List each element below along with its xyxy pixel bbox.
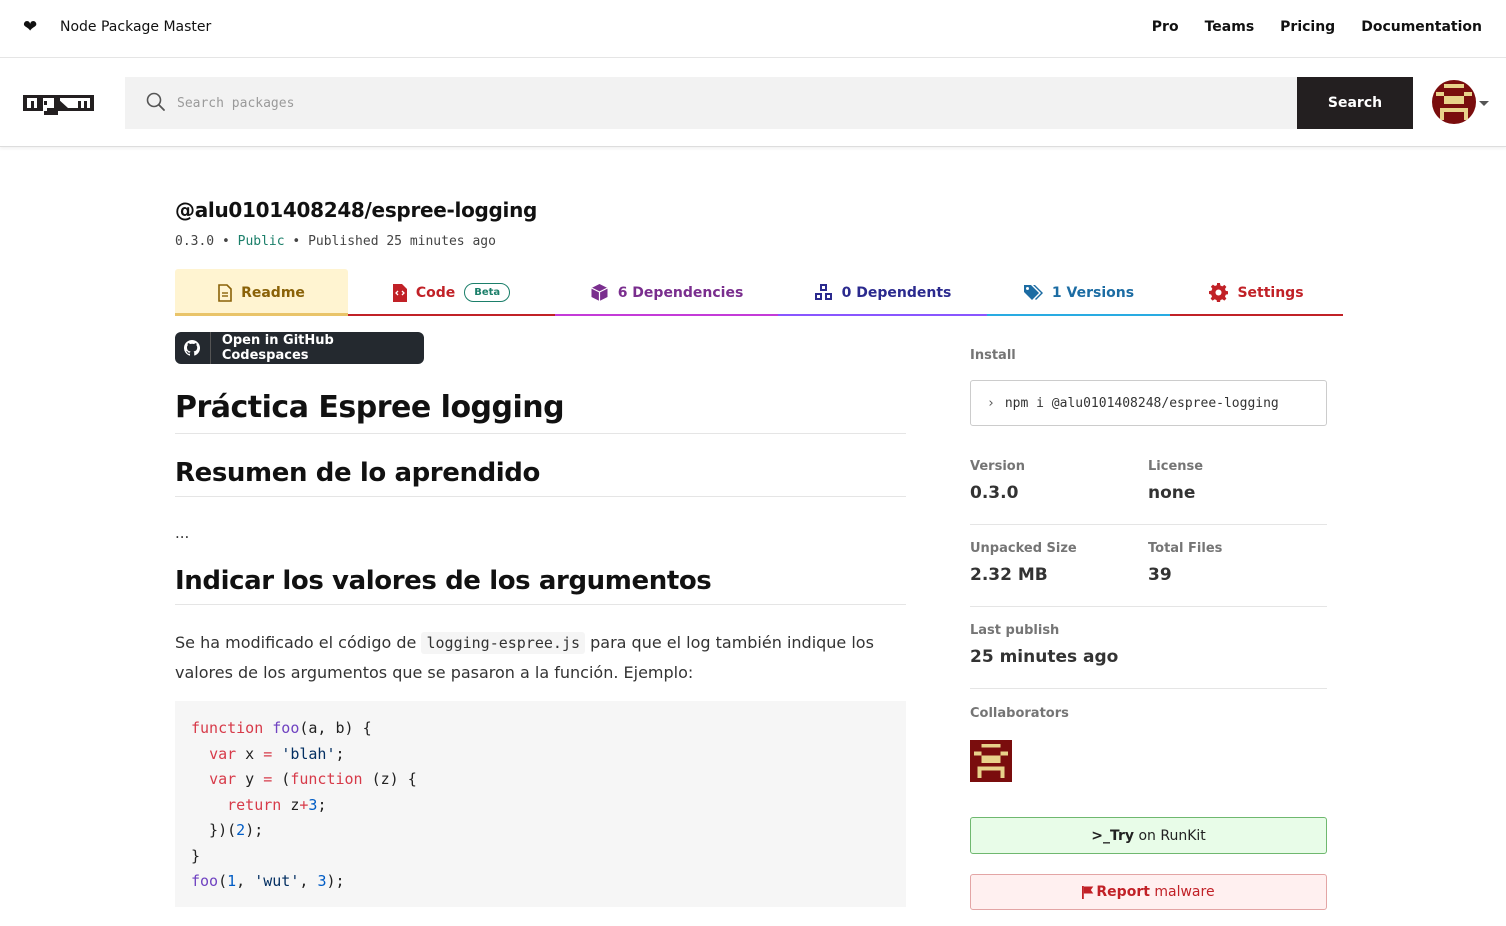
search-bar-row: Search — [0, 59, 1506, 147]
search-box — [125, 77, 1297, 129]
inline-code: logging-espree.js — [421, 632, 586, 654]
user-avatar[interactable] — [1432, 80, 1476, 124]
tab-dependencies[interactable]: 6 Dependencies — [555, 269, 778, 316]
code-block: function foo(a, b) { var x = 'blah'; var… — [175, 701, 906, 907]
stat-label: Version — [970, 459, 1025, 474]
readme-ellipsis: ... — [175, 524, 190, 542]
tab-readme-label: Readme — [241, 284, 305, 301]
top-bar: ❤ Node Package Master Pro Teams Pricing … — [0, 0, 1506, 58]
stat-value: 39 — [1148, 565, 1172, 585]
published-time: Published 25 minutes ago — [308, 234, 496, 249]
tab-code[interactable]: Code Beta — [348, 269, 555, 316]
tab-versions-label: 1 Versions — [1051, 284, 1135, 301]
beta-badge: Beta — [464, 283, 511, 302]
github-icon — [175, 332, 211, 364]
tab-settings[interactable]: Settings — [1170, 269, 1343, 316]
tab-code-label: Code — [415, 284, 456, 301]
dependents-icon — [814, 284, 832, 300]
stat-label: License — [1148, 459, 1204, 474]
collaborators-label: Collaborators — [970, 706, 1069, 721]
nav-documentation[interactable]: Documentation — [1361, 19, 1482, 35]
separator: • — [221, 234, 230, 249]
install-command: npm i @alu0101408248/espree-logging — [1004, 395, 1279, 411]
search-input[interactable] — [177, 77, 1277, 129]
nav-pro[interactable]: Pro — [1152, 19, 1179, 35]
tab-readme[interactable]: Readme — [175, 269, 348, 316]
heart-icon[interactable]: ❤ — [23, 17, 37, 37]
stat-value: 0.3.0 — [970, 483, 1019, 503]
package-meta: 0.3.0 • Public • Published 25 minutes ag… — [175, 234, 496, 249]
stat-row-size: Unpacked Size 2.32 MB Total Files 39 — [970, 540, 1327, 607]
visibility-badge: Public — [237, 234, 285, 249]
tab-dependencies-label: 6 Dependencies — [617, 284, 744, 301]
stat-value: 2.32 MB — [970, 565, 1048, 585]
collaborator-avatar[interactable] — [970, 740, 1012, 782]
runkit-try: Try — [1109, 827, 1135, 844]
report-bold: Report — [1096, 884, 1150, 900]
stat-label: Total Files — [1148, 541, 1223, 556]
readme-paragraph: Se ha modificado el código de logging-es… — [175, 628, 906, 688]
para-text: Se ha modificado el código de — [175, 633, 422, 652]
package-version: 0.3.0 — [175, 234, 215, 249]
readme-heading: Práctica Espree logging — [175, 390, 906, 434]
report-label: malware — [1149, 884, 1215, 900]
separator: • — [292, 234, 301, 249]
runkit-label: on RunKit — [1134, 827, 1206, 844]
top-nav: Pro Teams Pricing Documentation — [1152, 19, 1482, 35]
runkit-prompt: >_ — [1091, 827, 1110, 844]
report-malware-button[interactable]: Report malware — [970, 874, 1327, 910]
stat-unpacked-size: Unpacked Size 2.32 MB — [970, 541, 1077, 585]
flag-icon — [1082, 885, 1094, 899]
settings-icon — [1209, 283, 1229, 302]
readme-subheading-summary: Resumen de lo aprendido — [175, 458, 906, 497]
versions-icon — [1023, 285, 1043, 300]
stat-label: Last publish — [970, 623, 1060, 638]
search-icon — [146, 92, 165, 111]
stat-row-version: Version 0.3.0 License none — [970, 458, 1327, 525]
stat-label: Unpacked Size — [970, 541, 1077, 556]
tab-versions[interactable]: 1 Versions — [987, 269, 1170, 316]
stat-version: Version 0.3.0 — [970, 459, 1025, 503]
npm-logo[interactable] — [23, 95, 94, 115]
stat-total-files: Total Files 39 — [1148, 541, 1222, 585]
stat-last-publish: Last publish 25 minutes ago — [970, 623, 1118, 667]
chevron-down-icon[interactable] — [1479, 101, 1489, 106]
install-label: Install — [970, 348, 1016, 363]
readme-icon — [218, 283, 232, 302]
install-command-box[interactable]: › npm i @alu0101408248/espree-logging — [970, 380, 1327, 426]
readme-subheading-arguments: Indicar los valores de los argumentos — [175, 566, 906, 605]
stat-value: none — [1148, 483, 1196, 503]
prompt-icon: › — [987, 395, 995, 411]
stat-row-last-publish: Last publish 25 minutes ago — [970, 623, 1327, 689]
codespaces-label: Open in GitHub Codespaces — [221, 333, 334, 363]
package-tabs: Readme Code Beta 6 Dependencies 0 Depend… — [175, 269, 1343, 316]
tab-settings-label: Settings — [1237, 284, 1304, 301]
code-icon — [392, 283, 407, 302]
stat-value: 25 minutes ago — [970, 647, 1119, 667]
tab-dependents[interactable]: 0 Dependents — [778, 269, 987, 316]
package-title: @alu0101408248/espree-logging — [175, 198, 538, 222]
search-button[interactable]: Search — [1297, 77, 1413, 129]
nav-teams[interactable]: Teams — [1205, 19, 1255, 35]
stat-license: License none — [1148, 459, 1203, 503]
tab-dependents-label: 0 Dependents — [841, 284, 952, 301]
open-codespaces-button[interactable]: Open in GitHub Codespaces — [175, 332, 424, 364]
try-on-runkit-button[interactable]: >_ Try on RunKit — [970, 817, 1327, 854]
nav-pricing[interactable]: Pricing — [1280, 19, 1335, 35]
dependencies-icon — [590, 284, 608, 301]
brand-tagline[interactable]: Node Package Master — [60, 19, 211, 35]
